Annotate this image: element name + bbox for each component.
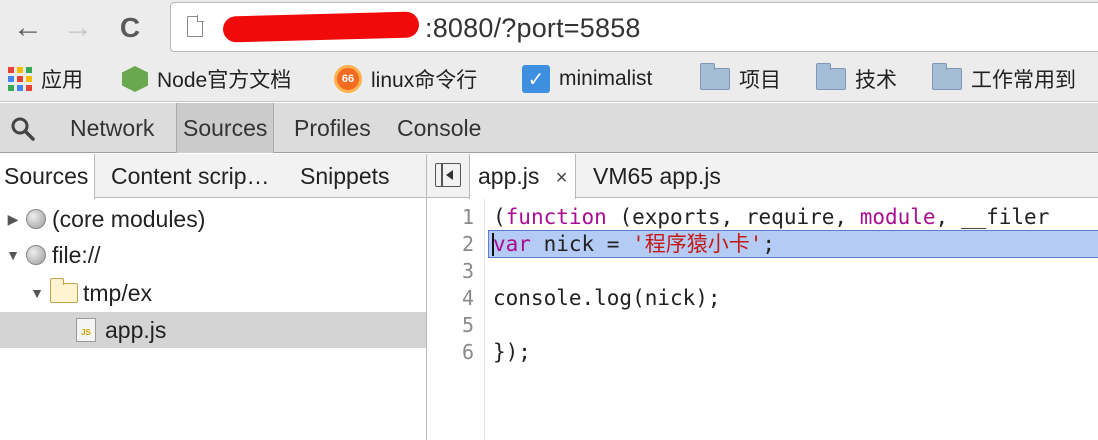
globe-icon (26, 209, 46, 229)
folder-icon (932, 63, 962, 90)
redacted-host (222, 11, 420, 43)
editor-tab-bar: app.js × VM65 app.js (427, 154, 1098, 199)
tree-item-label: app.js (105, 316, 167, 343)
bookmark-apps[interactable]: 应用 (8, 65, 83, 93)
apps-grid-icon (8, 67, 32, 91)
bookmark-linux-cmd[interactable]: 66 linux命令行 (334, 65, 477, 93)
code-editor[interactable]: 1 2 3 4 5 6 (function (exports, require,… (427, 199, 1098, 440)
folder-icon (700, 63, 730, 90)
collapse-arrow-icon[interactable]: ▼ (28, 285, 46, 301)
tab-console[interactable]: Console (397, 103, 481, 153)
toggle-navigator-icon[interactable] (435, 163, 461, 187)
collapse-arrow-icon[interactable]: ▼ (4, 247, 22, 263)
bookmark-label: 技术 (855, 69, 897, 92)
line-number[interactable]: 5 (462, 312, 474, 339)
browser-toolbar: ← → C :8080/?port=5858 (0, 0, 1098, 56)
bookmark-folder-projects[interactable]: 项目 (700, 63, 781, 93)
tab-sources[interactable]: Sources (176, 103, 275, 153)
nav-tab-content-scripts[interactable]: Content scrip… (111, 154, 270, 198)
tree-item-label: (core modules) (52, 205, 206, 232)
globe-icon (26, 245, 46, 265)
forward-button[interactable]: → (58, 8, 98, 48)
line-number[interactable]: 3 (462, 258, 474, 285)
reload-button[interactable]: C (110, 8, 150, 48)
bookmark-folder-work[interactable]: 工作常用到 (932, 63, 1076, 93)
bookmark-node-docs[interactable]: Node官方文档 (122, 65, 291, 93)
close-tab-icon[interactable]: × (556, 167, 568, 189)
folder-icon (50, 278, 78, 303)
tree-item-label: tmp/ex (83, 279, 153, 306)
bookmark-label: 项目 (739, 69, 781, 92)
nav-tab-snippets[interactable]: Snippets (300, 154, 390, 198)
bookmark-label: 应用 (41, 69, 83, 92)
expand-arrow-icon[interactable]: ▶ (4, 211, 22, 228)
js-file-icon: JS (76, 318, 96, 342)
code-line-2: var nick = '程序猿小卡'; (493, 232, 776, 256)
line-number[interactable]: 2 (462, 231, 474, 258)
bookmark-label: linux命令行 (371, 69, 478, 92)
line-number[interactable]: 4 (462, 285, 474, 312)
editor-tab-label: VM65 app.js (593, 163, 721, 189)
site-66-icon: 66 (334, 65, 362, 93)
bookmark-label: 工作常用到 (971, 69, 1076, 92)
navigator-tab-bar: Sources Content scrip… Snippets (0, 154, 426, 199)
line-number[interactable]: 6 (462, 339, 474, 366)
line-gutter: 1 2 3 4 5 6 (427, 199, 485, 440)
bookmark-minimalist[interactable]: ✓ minimalist (522, 65, 652, 93)
tree-item-label: file:// (52, 241, 101, 268)
bookmark-folder-tech[interactable]: 技术 (816, 63, 897, 93)
editor-tab-label: app.js (478, 163, 540, 189)
address-bar[interactable]: :8080/?port=5858 (170, 2, 1098, 52)
search-icon[interactable] (10, 116, 36, 142)
line-number[interactable]: 1 (462, 204, 474, 231)
bookmarks-bar: 应用 Node官方文档 66 linux命令行 ✓ minimalist 项目 … (0, 56, 1098, 102)
tree-item-app-js[interactable]: JS app.js (0, 312, 426, 348)
tree-item-file-scheme[interactable]: ▼ file:// (0, 237, 426, 273)
page-icon (187, 15, 204, 37)
bookmark-label: minimalist (559, 67, 653, 90)
code-line-4: console.log(nick); (493, 286, 721, 310)
devtools-tab-bar: Network Sources Profiles Console (0, 103, 1098, 153)
editor-tab-vm65-app-js[interactable]: VM65 app.js (593, 154, 721, 198)
nav-tab-sources[interactable]: Sources (0, 154, 96, 199)
code-line-6: }); (493, 340, 531, 364)
url-text[interactable]: :8080/?port=5858 (425, 13, 641, 44)
tree-item-folder-tmp-ex[interactable]: ▼ tmp/ex (0, 275, 426, 311)
bookmark-label: Node官方文档 (157, 69, 292, 92)
folder-icon (816, 63, 846, 90)
editor-tab-app-js[interactable]: app.js × (469, 154, 577, 199)
code-line-1: (function (exports, require, module, __f… (493, 205, 1050, 229)
tab-profiles[interactable]: Profiles (294, 103, 371, 153)
tree-item-core-modules[interactable]: ▶ (core modules) (0, 201, 426, 237)
node-icon (122, 66, 148, 92)
tab-network[interactable]: Network (70, 103, 154, 153)
checkbox-icon: ✓ (522, 65, 550, 93)
file-tree: ▶ (core modules) ▼ file:// ▼ tmp/ex JS a… (0, 199, 426, 440)
back-button[interactable]: ← (8, 8, 48, 48)
